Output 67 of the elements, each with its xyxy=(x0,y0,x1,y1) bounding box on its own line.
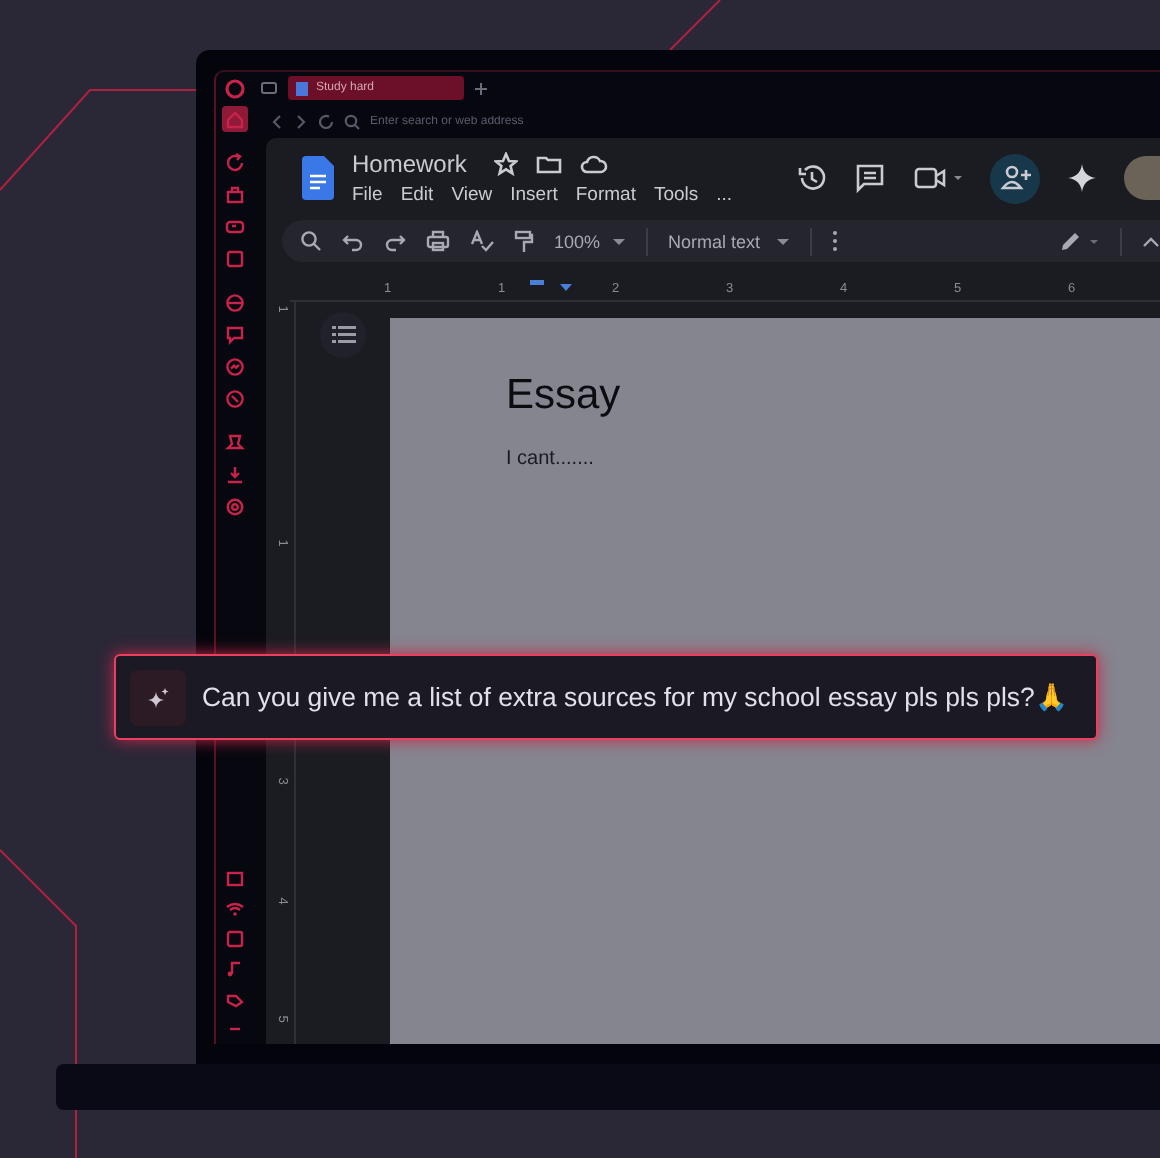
document-title[interactable]: Homework xyxy=(352,150,467,178)
menu-item[interactable]: View xyxy=(451,184,493,206)
reload-icon[interactable] xyxy=(318,113,334,129)
menu-item[interactable]: Edit xyxy=(400,184,434,206)
history-icon[interactable] xyxy=(796,162,828,194)
sparkle-icon xyxy=(146,685,170,709)
menu-item[interactable]: Tools xyxy=(653,184,699,206)
video-camera-icon[interactable] xyxy=(912,162,964,194)
docs-file-icon[interactable] xyxy=(300,156,334,200)
home-icon xyxy=(223,108,245,130)
menu-item[interactable]: Format xyxy=(575,184,636,206)
spellcheck-icon[interactable] xyxy=(470,230,494,252)
refresh-button[interactable] xyxy=(221,150,247,176)
caret-icon xyxy=(612,237,627,245)
redo-icon[interactable] xyxy=(384,230,406,252)
menu-item[interactable]: Insert xyxy=(510,184,558,206)
settings-icon xyxy=(223,496,245,518)
print-icon[interactable] xyxy=(426,230,450,252)
square-icon xyxy=(223,248,245,270)
list-icon xyxy=(331,326,355,344)
zoom-dropdown[interactable]: 100% xyxy=(554,231,627,251)
download-icon xyxy=(223,464,245,486)
document-heading: Essay xyxy=(506,372,623,420)
tab-overview-icon[interactable] xyxy=(260,80,278,96)
wifi-icon[interactable] xyxy=(223,898,245,920)
pencil-icon[interactable] xyxy=(1060,230,1100,252)
document-text: I cant....... xyxy=(506,448,596,470)
ai-button[interactable] xyxy=(130,669,186,725)
settings-button[interactable] xyxy=(221,494,247,520)
square-icon[interactable] xyxy=(223,928,245,950)
gamepad-icon xyxy=(223,216,245,238)
style-dropdown[interactable]: Normal text xyxy=(668,231,791,251)
avatar[interactable] xyxy=(1124,156,1160,200)
paint-format-icon[interactable] xyxy=(514,229,534,253)
plus-icon[interactable] xyxy=(474,81,488,95)
collapse-icon[interactable] xyxy=(1142,235,1160,247)
chat-button[interactable] xyxy=(221,322,247,348)
add-person-icon xyxy=(999,164,1031,192)
chat-icon xyxy=(223,324,245,346)
cloud-icon[interactable] xyxy=(580,152,609,176)
sparkle-icon[interactable] xyxy=(1066,162,1098,194)
refresh-icon xyxy=(223,152,245,174)
message-bubble-icon xyxy=(223,356,245,378)
music-note-icon[interactable] xyxy=(223,958,245,980)
bag-icon xyxy=(223,184,245,206)
document-icon xyxy=(296,81,308,95)
folder-icon[interactable] xyxy=(536,152,563,176)
browser-logo-icon[interactable] xyxy=(223,78,245,100)
square-button[interactable] xyxy=(221,246,247,272)
message-bubble-button[interactable] xyxy=(221,354,247,380)
search-icon[interactable] xyxy=(300,230,322,252)
bag-button[interactable] xyxy=(221,182,247,208)
back-icon[interactable] xyxy=(270,113,284,129)
search-icon xyxy=(344,113,360,129)
caret-icon xyxy=(776,237,791,245)
pin-icon xyxy=(223,432,245,454)
share-button[interactable] xyxy=(990,153,1040,203)
star-icon[interactable] xyxy=(494,152,519,176)
outline-button[interactable] xyxy=(320,312,366,358)
undo-icon[interactable] xyxy=(342,230,364,252)
menu-item[interactable]: ... xyxy=(716,184,733,206)
prompt-text: Can you give me a list of extra sources for my school essay pls pls pls?🙏 xyxy=(202,682,1067,712)
menu-item[interactable]: File xyxy=(352,184,383,206)
forward-icon[interactable] xyxy=(294,113,308,129)
comment-icon[interactable] xyxy=(854,162,886,194)
more-icon[interactable] xyxy=(832,230,839,252)
home-button[interactable] xyxy=(221,106,247,132)
